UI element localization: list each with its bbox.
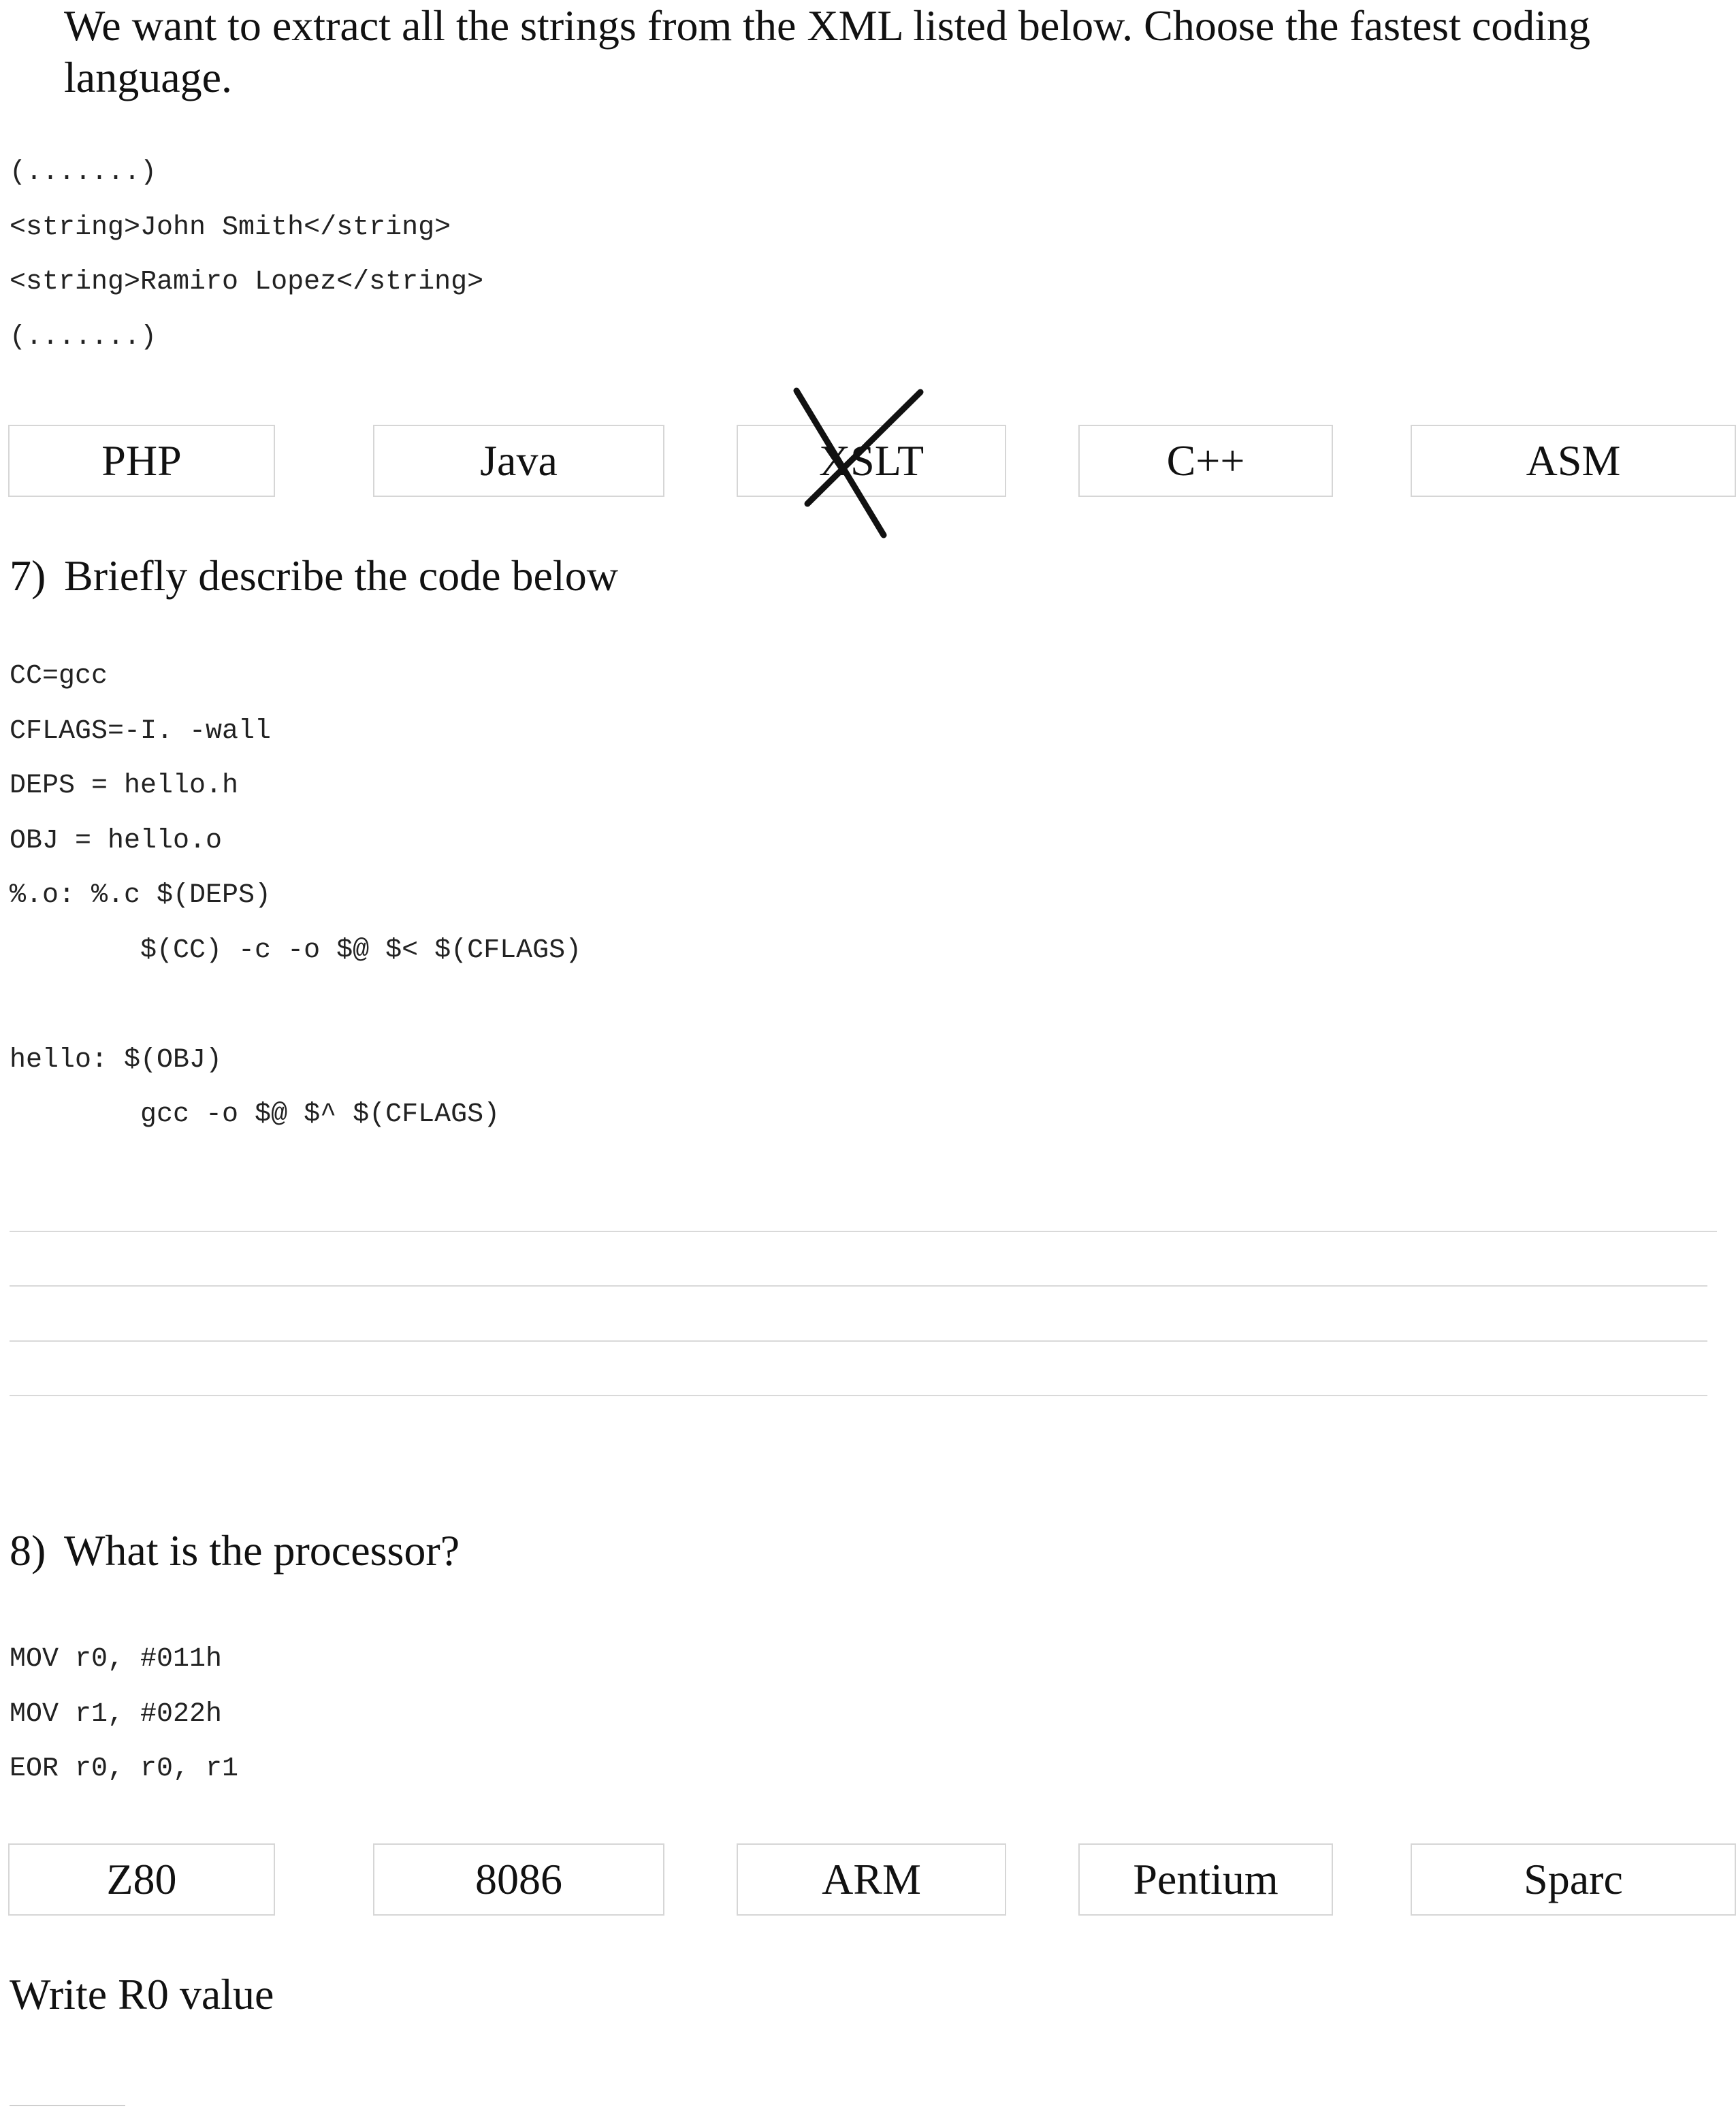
question-7-text: Briefly describe the code below — [64, 551, 618, 600]
question-8-text: What is the processor? — [64, 1526, 460, 1575]
assembly-code-block: MOV r0, #011h MOV r1, #022h EOR r0, r0, … — [10, 1632, 238, 1797]
code-line: MOV r1, #022h — [10, 1698, 223, 1730]
question-7-number: 7) — [10, 551, 46, 600]
answer-line[interactable] — [10, 1340, 1707, 1342]
code-line: (.......) — [10, 321, 157, 353]
makefile-code-block: CC=gcc CFLAGS=-I. -wall DEPS = hello.h O… — [10, 649, 581, 1143]
answer-line[interactable] — [10, 1285, 1707, 1287]
code-line: CFLAGS=-I. -wall — [10, 715, 272, 747]
code-line: hello: $(OBJ) — [10, 1044, 223, 1076]
option-pentium[interactable]: Pentium — [1078, 1843, 1333, 1916]
code-line: CC=gcc — [10, 661, 108, 692]
question-8-options: Z80 8086 ARM Pentium Sparc — [0, 1843, 1736, 1918]
option-xslt[interactable]: XSLT — [737, 425, 1006, 497]
question-8-number: 8) — [10, 1526, 46, 1575]
code-line: $(CC) -c -o $@ $< $(CFLAGS) — [10, 935, 582, 966]
option-sparc[interactable]: Sparc — [1411, 1843, 1736, 1916]
option-java[interactable]: Java — [373, 425, 664, 497]
option-arm[interactable]: ARM — [737, 1843, 1006, 1916]
code-line: EOR r0, r0, r1 — [10, 1754, 239, 1784]
code-line: <string>Ramiro Lopez</string> — [10, 267, 484, 297]
code-line: (.......) — [10, 157, 157, 188]
code-line: OBJ = hello.o — [10, 825, 223, 856]
xml-code-block: (.......) <string>John Smith</string> <s… — [10, 146, 483, 365]
answer-line[interactable] — [10, 1231, 1717, 1232]
question-6-number: 6) — [10, 0, 64, 52]
question-8-heading: 8) What is the processor? — [10, 1525, 460, 1577]
option-z80[interactable]: Z80 — [8, 1843, 275, 1916]
question-6-heading: 6)We want to extract all the strings fro… — [10, 0, 1736, 103]
code-line: MOV r0, #011h — [10, 1644, 223, 1675]
answer-line[interactable] — [10, 1395, 1707, 1396]
code-line: %.o: %.c $(DEPS) — [10, 880, 272, 911]
code-line: <string>John Smith</string> — [10, 212, 451, 243]
option-cpp[interactable]: C++ — [1078, 425, 1333, 497]
option-8086[interactable]: 8086 — [373, 1843, 664, 1916]
option-php[interactable]: PHP — [8, 425, 275, 497]
question-7-heading: 7) Briefly describe the code below — [10, 550, 618, 602]
question-6-options: PHP Java XSLT C++ ASM — [0, 425, 1736, 500]
code-line: DEPS = hello.h — [10, 771, 239, 801]
option-asm[interactable]: ASM — [1411, 425, 1736, 497]
r0-answer-line[interactable] — [10, 2105, 125, 2106]
r0-value-prompt: Write R0 value — [10, 1970, 274, 2018]
code-line: gcc -o $@ $^ $(CFLAGS) — [10, 1099, 500, 1130]
question-6-text: We want to extract all the strings from … — [64, 1, 1591, 101]
